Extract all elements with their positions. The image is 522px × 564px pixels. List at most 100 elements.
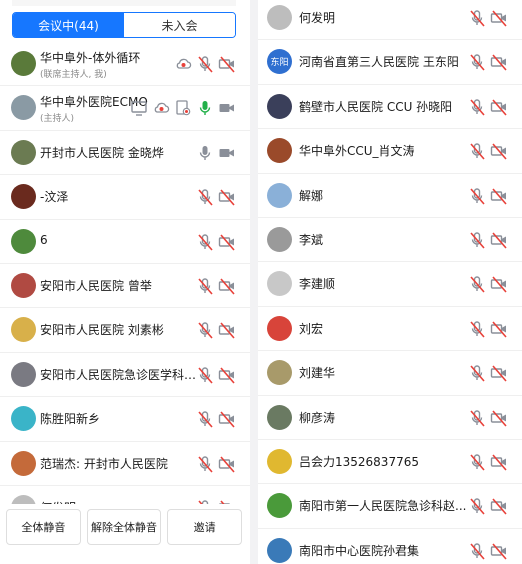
participant-status-icons bbox=[196, 366, 236, 388]
participant-status-icons bbox=[196, 410, 236, 432]
participant-status-icons bbox=[196, 233, 236, 255]
avatar bbox=[267, 93, 292, 119]
participant-list-left: 华中阜外-体外循环 (联席主持人, 我) 华中阜外医院ECMO (主持人) 开封市人民医… bbox=[0, 42, 250, 531]
mic-off-icon[interactable] bbox=[468, 409, 486, 431]
mic-off-icon[interactable] bbox=[468, 53, 486, 75]
camera-off-icon[interactable] bbox=[218, 366, 236, 388]
mic-off-icon[interactable] bbox=[196, 321, 214, 343]
mic-off-icon[interactable] bbox=[196, 455, 214, 477]
cloud-record-icon[interactable] bbox=[152, 99, 170, 121]
participant-name: 华中阜外CCU_肖文涛 bbox=[299, 144, 415, 159]
avatar bbox=[267, 226, 292, 252]
camera-off-icon[interactable] bbox=[490, 9, 508, 31]
camera-off-icon[interactable] bbox=[490, 453, 508, 475]
mic-off-icon[interactable] bbox=[196, 233, 214, 255]
mic-off-icon[interactable] bbox=[468, 9, 486, 31]
avatar bbox=[267, 360, 292, 386]
mic-off-icon[interactable] bbox=[468, 98, 486, 120]
camera-off-icon[interactable] bbox=[490, 409, 508, 431]
mic-on-icon[interactable] bbox=[196, 144, 214, 166]
camera-off-icon[interactable] bbox=[490, 231, 508, 253]
participant-row[interactable]: 吕会力13526837765 bbox=[258, 440, 522, 485]
camera-off-icon[interactable] bbox=[490, 364, 508, 386]
camera-on-icon[interactable] bbox=[218, 144, 236, 166]
mic-off-icon[interactable] bbox=[196, 277, 214, 299]
camera-off-icon[interactable] bbox=[218, 455, 236, 477]
participant-row[interactable]: 陈胜阳新乡 bbox=[0, 397, 250, 442]
camera-off-icon[interactable] bbox=[490, 53, 508, 75]
participant-row[interactable]: 解娜 bbox=[258, 174, 522, 218]
participant-row[interactable]: 东阳 河南省直第三人民医院 王东阳 bbox=[258, 40, 522, 85]
tab-in-meeting[interactable]: 会议中(44) bbox=[13, 13, 124, 37]
record-icon[interactable] bbox=[174, 99, 192, 121]
mic-off-icon[interactable] bbox=[468, 231, 486, 253]
camera-off-icon[interactable] bbox=[218, 233, 236, 255]
participant-row[interactable]: 安阳市人民医院急诊医学科-李... bbox=[0, 353, 250, 398]
camera-off-icon[interactable] bbox=[218, 188, 236, 210]
invite-button[interactable]: 邀请 bbox=[167, 509, 243, 545]
avatar bbox=[11, 139, 36, 165]
mic-off-icon[interactable] bbox=[196, 188, 214, 210]
mic-off-icon[interactable] bbox=[196, 366, 214, 388]
mic-on-icon[interactable] bbox=[196, 99, 214, 121]
camera-off-icon[interactable] bbox=[490, 320, 508, 342]
camera-off-icon[interactable] bbox=[490, 187, 508, 209]
camera-off-icon[interactable] bbox=[490, 98, 508, 120]
participant-tabs: 会议中(44) 未入会 bbox=[12, 12, 236, 38]
participant-row[interactable]: 李斌 bbox=[258, 218, 522, 263]
participant-status-icons bbox=[468, 231, 508, 253]
participant-row[interactable]: 刘宏 bbox=[258, 307, 522, 352]
mic-off-icon[interactable] bbox=[468, 142, 486, 164]
mic-off-icon[interactable] bbox=[468, 275, 486, 297]
participant-row[interactable]: 南阳市第一人民医院急诊科赵... bbox=[258, 484, 522, 529]
panel-divider bbox=[250, 0, 258, 564]
mic-off-icon[interactable] bbox=[468, 453, 486, 475]
participant-row[interactable]: 华中阜外-体外循环 (联席主持人, 我) bbox=[0, 42, 250, 87]
mic-off-icon[interactable] bbox=[196, 410, 214, 432]
participant-row[interactable]: 柳彦涛 bbox=[258, 396, 522, 440]
mic-off-icon[interactable] bbox=[468, 320, 486, 342]
tab-not-joined[interactable]: 未入会 bbox=[124, 13, 235, 37]
screen-share-icon[interactable] bbox=[130, 99, 148, 121]
participant-row[interactable]: 华中阜外CCU_肖文涛 bbox=[258, 129, 522, 174]
participant-row[interactable]: 鹤壁市人民医院 CCU 孙晓阳 bbox=[258, 85, 522, 130]
participant-row[interactable]: 华中阜外医院ECMO (主持人) bbox=[0, 86, 250, 131]
participant-row[interactable]: 范瑞杰: 开封市人民医院 bbox=[0, 442, 250, 486]
camera-off-icon[interactable] bbox=[490, 142, 508, 164]
camera-off-icon[interactable] bbox=[490, 497, 508, 519]
camera-on-icon[interactable] bbox=[218, 99, 236, 121]
avatar bbox=[11, 450, 36, 476]
participant-status-icons bbox=[468, 187, 508, 209]
participant-row[interactable]: 刘建华 bbox=[258, 351, 522, 396]
camera-off-icon[interactable] bbox=[218, 55, 236, 77]
mic-off-icon[interactable] bbox=[468, 497, 486, 519]
mic-off-icon[interactable] bbox=[468, 364, 486, 386]
participant-row[interactable]: -汶泽 bbox=[0, 175, 250, 220]
participant-row[interactable]: 6 bbox=[0, 220, 250, 264]
mic-off-icon[interactable] bbox=[468, 187, 486, 209]
avatar bbox=[267, 138, 292, 164]
mic-off-icon[interactable] bbox=[468, 542, 486, 564]
participant-status-icons bbox=[196, 321, 236, 343]
camera-off-icon[interactable] bbox=[490, 275, 508, 297]
mic-off-icon[interactable] bbox=[196, 55, 214, 77]
avatar bbox=[11, 361, 36, 387]
participant-status-icons bbox=[468, 409, 508, 431]
participant-row[interactable]: 何发明 bbox=[258, 0, 522, 41]
camera-off-icon[interactable] bbox=[218, 410, 236, 432]
participant-row[interactable]: 南阳市中心医院孙君集 bbox=[258, 529, 522, 564]
participant-row[interactable]: 安阳市人民医院 刘素彬 bbox=[0, 308, 250, 353]
participant-status-icons bbox=[130, 99, 236, 121]
participant-name: 南阳市第一人民医院急诊科赵... bbox=[299, 499, 467, 514]
unmute-all-button[interactable]: 解除全体静音 bbox=[86, 509, 162, 545]
avatar bbox=[267, 493, 292, 519]
participant-row[interactable]: 李建顺 bbox=[258, 262, 522, 307]
mute-all-button[interactable]: 全体静音 bbox=[6, 509, 81, 545]
participant-row[interactable]: 开封市人民医院 金晓烨 bbox=[0, 131, 250, 176]
camera-off-icon[interactable] bbox=[218, 321, 236, 343]
camera-off-icon[interactable] bbox=[218, 277, 236, 299]
participant-row[interactable]: 安阳市人民医院 曾举 bbox=[0, 264, 250, 309]
camera-off-icon[interactable] bbox=[490, 542, 508, 564]
participant-name: -汶泽 bbox=[40, 190, 69, 205]
cloud-record-icon[interactable] bbox=[174, 55, 192, 77]
